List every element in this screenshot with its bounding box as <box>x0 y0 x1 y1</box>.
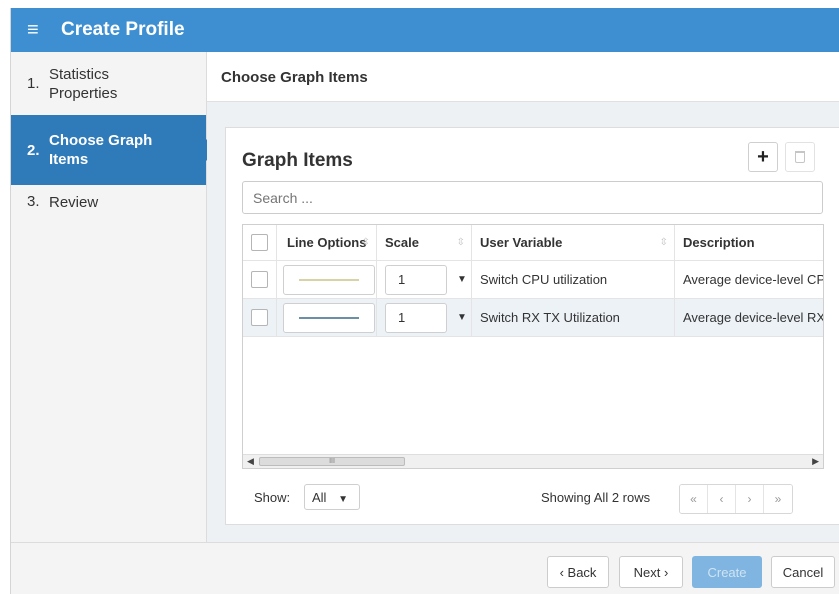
column-header-user-variable[interactable]: User Variable ⇳ <box>472 225 675 260</box>
next-page-button[interactable]: › <box>736 485 764 513</box>
page-size-value: All <box>312 490 327 505</box>
column-label: Scale <box>385 235 419 250</box>
row-checkbox[interactable] <box>251 271 268 288</box>
line-style-picker[interactable] <box>283 264 375 295</box>
step-review[interactable]: 3. Review <box>11 185 206 225</box>
scrollbar-thumb[interactable]: III <box>259 457 405 466</box>
sort-icon: ⇳ <box>361 237 370 248</box>
show-label: Show: <box>254 490 291 505</box>
last-page-button[interactable]: » <box>764 485 792 513</box>
description-cell: Average device-level CPU utilization <box>675 261 823 298</box>
step-choose-graph-items[interactable]: 2. Choose Graph Items <box>11 115 216 185</box>
page-size-select[interactable]: All ▼ <box>304 484 360 510</box>
add-item-button[interactable]: + <box>748 142 778 172</box>
step-number: 2. <box>27 141 40 159</box>
wizard-action-bar: ‹ Back Next › Create Cancel <box>11 542 839 594</box>
graph-items-table: Line Options ⇳ Scale ⇳ User Variable ⇳ D… <box>242 224 824 469</box>
rows-count-text: Showing All 2 rows <box>541 490 651 505</box>
user-variable-text: Switch CPU utilization <box>480 272 608 287</box>
column-label: Line Options <box>287 235 367 250</box>
next-button[interactable]: Next › <box>619 556 683 588</box>
line-swatch <box>299 316 359 319</box>
previous-page-button[interactable]: ‹ <box>708 485 736 513</box>
scroll-right-icon[interactable]: ▶ <box>812 456 819 467</box>
description-text: Average device-level CPU utilization <box>683 272 823 287</box>
table-footer: Show: All ▼ Showing All 2 rows « ‹ › » <box>242 483 824 514</box>
step-statistics-properties[interactable]: 1. Statistics Properties <box>11 52 206 115</box>
grip-icon: III <box>329 458 335 465</box>
create-button[interactable]: Create <box>692 556 762 588</box>
description-text: Average device-level RX TX utilization <box>683 310 824 325</box>
row-check-cell <box>243 299 277 336</box>
main-content: Choose Graph Items Graph Items + Line O <box>207 52 839 542</box>
panel-title: Graph Items <box>242 150 353 171</box>
cancel-button[interactable]: Cancel <box>771 556 835 588</box>
sort-icon: ⇳ <box>659 237 668 248</box>
select-all-cell <box>243 225 277 260</box>
line-options-cell <box>277 299 377 336</box>
dialog-window: ≡ Create Profile 1. Statistics Propertie… <box>10 8 839 594</box>
scroll-left-icon[interactable]: ◀ <box>247 456 254 467</box>
graph-items-panel: Graph Items + Line Options ⇳ <box>225 127 839 525</box>
row-checkbox[interactable] <box>251 309 268 326</box>
step-label: Choose Graph Items <box>49 132 153 168</box>
dialog-title: Create Profile <box>61 19 185 40</box>
hamburger-menu-icon[interactable]: ≡ <box>27 20 49 40</box>
table-header-row: Line Options ⇳ Scale ⇳ User Variable ⇳ D… <box>243 225 823 261</box>
scale-cell: 1 ▼ <box>377 261 472 298</box>
select-all-checkbox[interactable] <box>251 234 268 251</box>
scale-select[interactable]: 1 <box>385 302 447 333</box>
scale-value: 1 <box>398 310 406 325</box>
line-options-cell <box>277 261 377 298</box>
wizard-steps-sidebar: 1. Statistics Properties 2. Choose Graph… <box>11 52 216 542</box>
column-label: User Variable <box>480 235 563 250</box>
pagination: « ‹ › » <box>679 484 793 514</box>
column-header-scale[interactable]: Scale ⇳ <box>377 225 472 260</box>
plus-icon: + <box>757 145 769 168</box>
step-label: Review <box>49 194 99 211</box>
trash-icon <box>795 151 805 163</box>
step-label: Statistics Properties <box>49 65 118 102</box>
chevron-down-icon[interactable]: ▼ <box>457 312 467 323</box>
step-number: 3. <box>27 193 40 210</box>
line-swatch <box>299 278 359 281</box>
scale-select[interactable]: 1 <box>385 264 447 295</box>
line-style-picker[interactable] <box>283 302 375 333</box>
search-input[interactable] <box>242 181 823 214</box>
page-title: Choose Graph Items <box>207 52 839 102</box>
back-button[interactable]: ‹ Back <box>547 556 609 588</box>
column-header-description[interactable]: Description <box>675 225 823 260</box>
chevron-down-icon: ▼ <box>338 494 348 505</box>
step-number: 1. <box>27 75 40 92</box>
chevron-down-icon[interactable]: ▼ <box>457 274 467 285</box>
first-page-button[interactable]: « <box>680 485 708 513</box>
delete-item-button[interactable] <box>785 142 815 172</box>
scale-value: 1 <box>398 272 406 287</box>
column-label: Description <box>683 235 755 250</box>
table-row[interactable]: 1 ▼ Switch CPU utilization Average devic… <box>243 261 823 299</box>
title-bar: ≡ Create Profile <box>11 8 839 52</box>
horizontal-scrollbar[interactable]: ◀ III ▶ <box>243 454 823 468</box>
description-cell: Average device-level RX TX utilization <box>675 299 824 336</box>
user-variable-cell: Switch RX TX Utilization <box>472 299 675 336</box>
sort-icon: ⇳ <box>456 237 465 248</box>
user-variable-cell: Switch CPU utilization <box>472 261 675 298</box>
user-variable-text: Switch RX TX Utilization <box>480 310 620 325</box>
table-row[interactable]: 1 ▼ Switch RX TX Utilization Average dev… <box>243 299 824 337</box>
scale-cell: 1 ▼ <box>377 299 472 336</box>
column-header-line-options[interactable]: Line Options ⇳ <box>277 225 377 260</box>
row-check-cell <box>243 261 277 298</box>
